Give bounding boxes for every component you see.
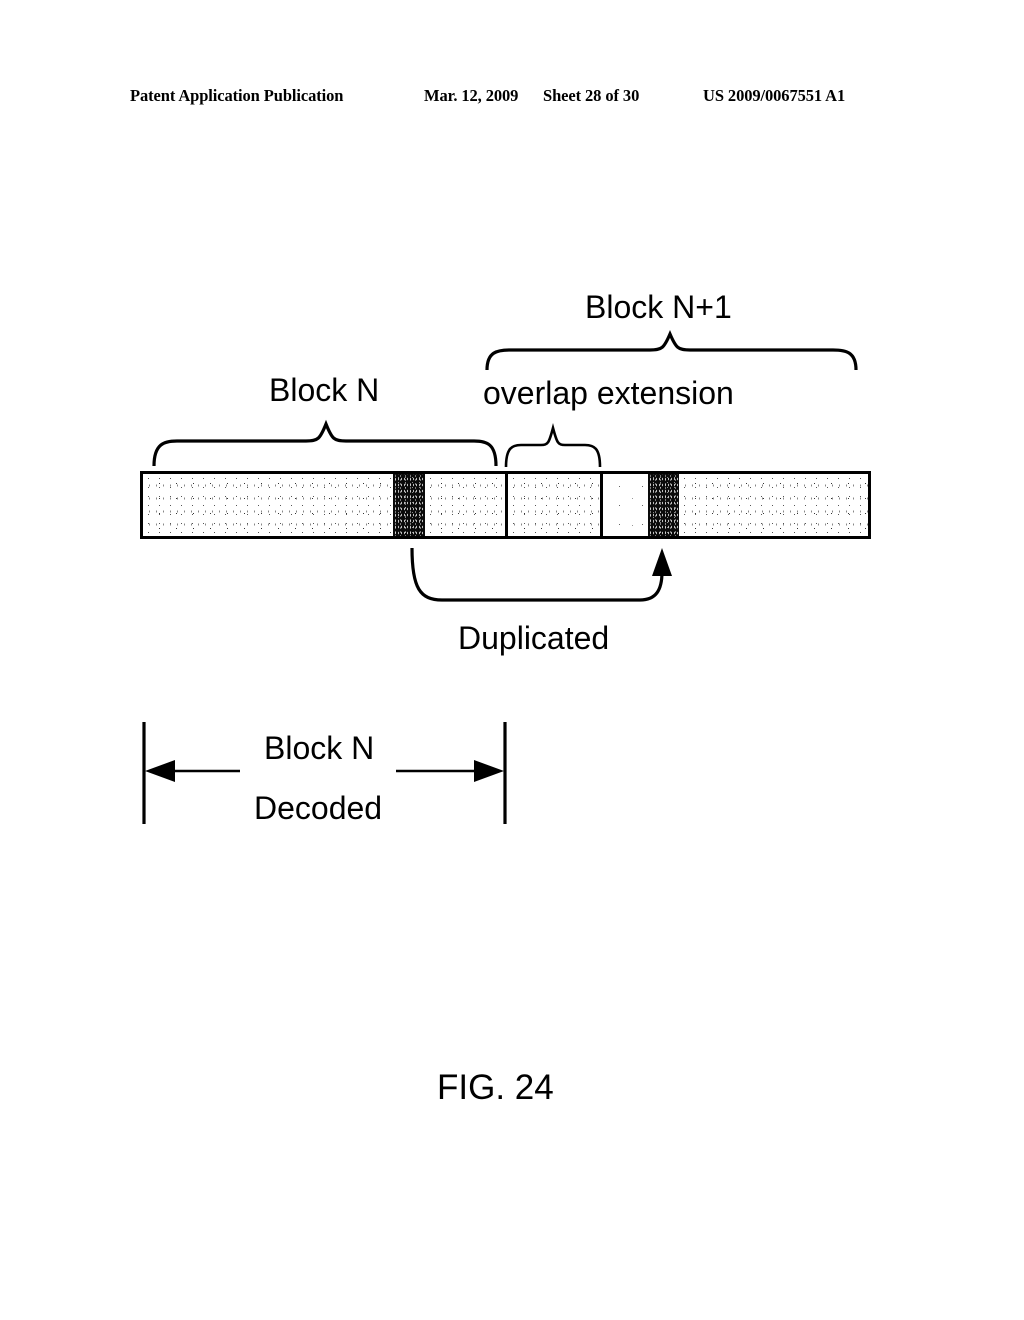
label-duplicated: Duplicated	[458, 620, 610, 656]
figure-24-diagram: Block N+1 Block N overlap extension Dupl…	[0, 0, 1024, 1320]
duplicated-arrow-path	[410, 547, 664, 602]
dimension-arrowhead-left	[145, 760, 175, 782]
figure-vector-overlay	[142, 329, 858, 824]
label-block-n-plus-1: Block N+1	[585, 289, 732, 325]
label-block-n-decoded-top: Block N	[264, 730, 375, 766]
brace-block-n	[152, 419, 498, 467]
brace-overlap-extension	[504, 422, 602, 468]
duplicated-arrowhead	[652, 548, 672, 576]
brace-block-n-plus-1	[485, 329, 858, 371]
dimension-arrowhead-right	[474, 760, 504, 782]
label-block-n-decoded-bottom: Decoded	[254, 790, 383, 826]
label-overlap-extension: overlap extension	[483, 375, 734, 411]
figure-number-label: FIG. 24	[437, 1068, 554, 1107]
label-block-n: Block N	[269, 372, 380, 408]
